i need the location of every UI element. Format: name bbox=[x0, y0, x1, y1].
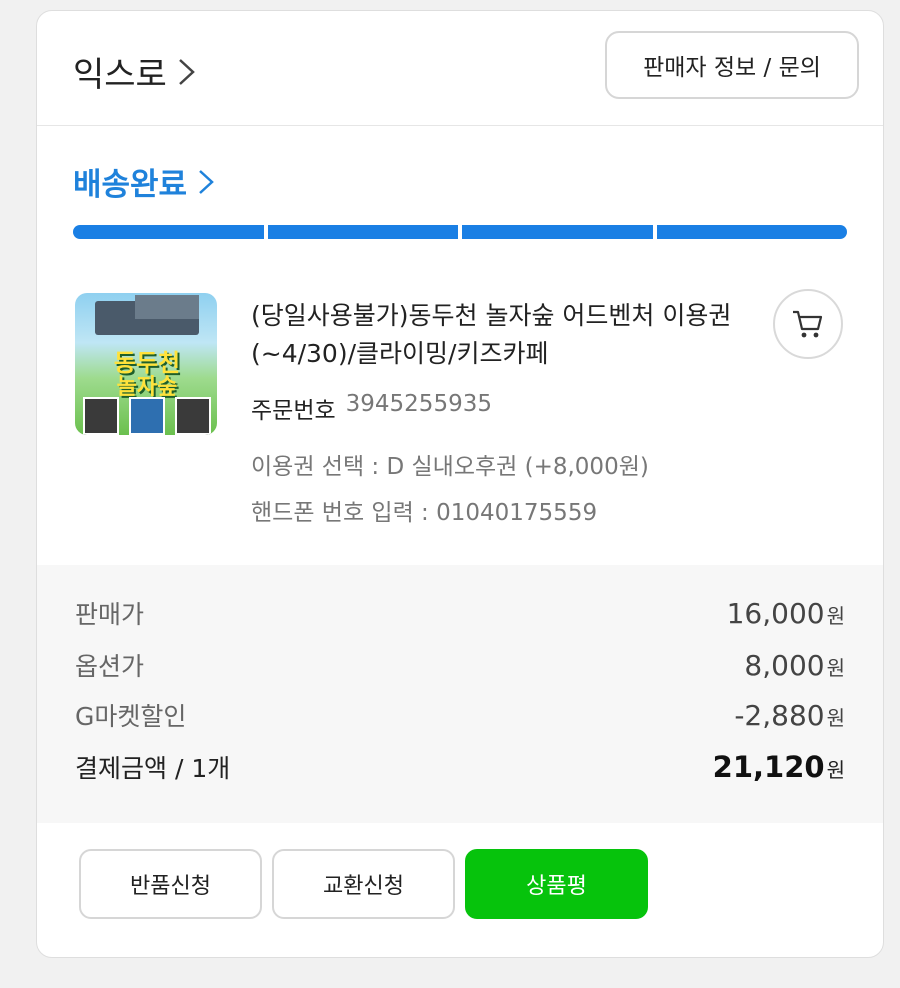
chevron-right-icon bbox=[178, 58, 195, 85]
cart-button[interactable] bbox=[773, 289, 843, 359]
price-value: -2,880 원 bbox=[734, 699, 845, 732]
total-amount: 21,120 bbox=[712, 750, 825, 784]
thumbnail-photo bbox=[83, 397, 119, 435]
order-number-label: 주문번호 bbox=[251, 398, 336, 424]
return-request-button[interactable]: 반품신청 bbox=[79, 849, 262, 919]
thumbnail-photo bbox=[129, 397, 165, 435]
price-summary: 판매가 16,000 원 옵션가 8,000 원 G마켓할인 -2,880 원 결제금… bbox=[37, 565, 883, 823]
product-title[interactable]: (당일사용불가)동두천 놀자숲 어드벤처 이용권(~4/30)/클라이밍/키즈카… bbox=[251, 297, 751, 373]
progress-step bbox=[267, 225, 458, 239]
seller-info-button[interactable]: 판매자 정보 / 문의 bbox=[605, 31, 859, 99]
price-row: 옵션가 8,000 원 bbox=[75, 647, 845, 683]
price-amount: 16,000 bbox=[726, 597, 825, 630]
price-label: 옵션가 bbox=[75, 652, 145, 681]
total-label: 결제금액 / 1개 bbox=[75, 754, 231, 783]
product-thumbnail[interactable]: 동두천 놀자숲 bbox=[75, 293, 217, 435]
price-unit: 원 bbox=[826, 604, 845, 628]
progress-step bbox=[656, 225, 847, 239]
seller-link[interactable]: 익스로 bbox=[73, 47, 197, 96]
price-label: 판매가 bbox=[75, 600, 145, 629]
thumbnail-building-top bbox=[135, 295, 199, 319]
total-row: 결제금액 / 1개 21,120 원 bbox=[75, 749, 845, 785]
price-amount: 8,000 bbox=[744, 649, 825, 682]
progress-step bbox=[73, 225, 264, 239]
order-number: 3945255935 bbox=[345, 391, 492, 417]
review-button[interactable]: 상품평 bbox=[465, 849, 648, 919]
price-unit: 원 bbox=[826, 656, 845, 680]
total-unit: 원 bbox=[826, 758, 845, 782]
price-value: 16,000 원 bbox=[727, 597, 845, 630]
order-actions: 반품신청 교환신청 상품평 bbox=[79, 849, 648, 919]
delivery-progress-bar bbox=[73, 225, 847, 239]
cart-icon bbox=[793, 310, 823, 338]
order-card: 익스로 판매자 정보 / 문의 배송완료 동두천 놀자숲 (당일사용불가)동두천… bbox=[36, 10, 884, 958]
total-value: 21,120 원 bbox=[713, 750, 845, 784]
price-row: 판매가 16,000 원 bbox=[75, 595, 845, 631]
price-amount: -2,880 bbox=[734, 699, 825, 732]
delivery-status-link[interactable]: 배송완료 bbox=[73, 159, 215, 204]
chevron-right-icon bbox=[199, 169, 214, 194]
seller-name: 익스로 bbox=[73, 55, 167, 95]
seller-row: 익스로 판매자 정보 / 문의 bbox=[37, 11, 883, 126]
order-number-row: 주문번호 3945255935 bbox=[251, 391, 492, 425]
progress-step bbox=[462, 225, 653, 239]
exchange-request-button[interactable]: 교환신청 bbox=[272, 849, 455, 919]
thumbnail-photo bbox=[175, 397, 211, 435]
price-value: 8,000 원 bbox=[744, 649, 845, 682]
price-unit: 원 bbox=[826, 706, 845, 730]
price-label: G마켓할인 bbox=[75, 702, 187, 731]
option-line: 핸드폰 번호 입력 : 01040175559 bbox=[251, 500, 598, 526]
delivery-status: 배송완료 bbox=[73, 167, 188, 203]
price-row: G마켓할인 -2,880 원 bbox=[75, 697, 845, 733]
option-line: 이용권 선택 : D 실내오후권 (+8,000원) bbox=[251, 454, 649, 480]
